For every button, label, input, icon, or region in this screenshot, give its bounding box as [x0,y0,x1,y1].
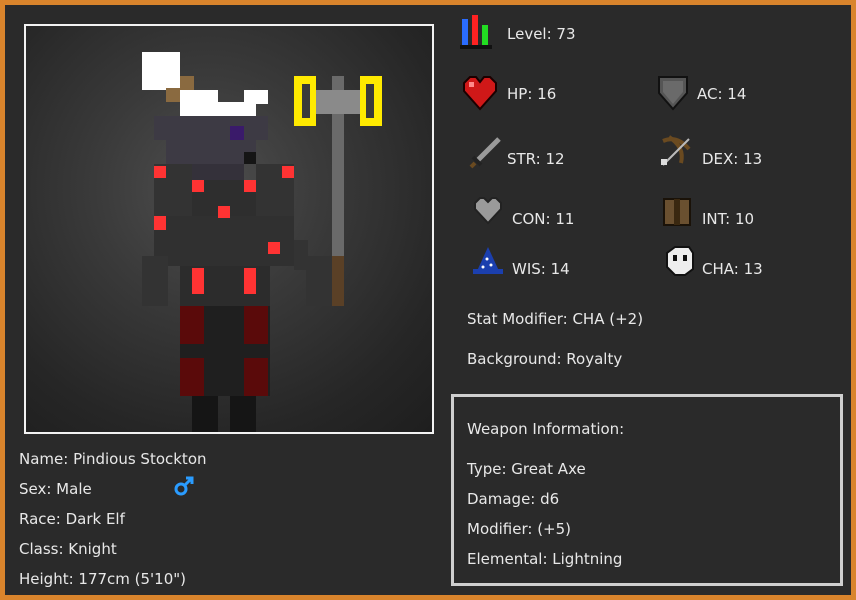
level-bars-icon [460,15,492,49]
shield-icon [658,76,688,111]
int-label: INT: 10 [702,210,755,228]
weapon-heading: Weapon Information: [467,420,625,438]
sword-icon [469,137,501,169]
level-label: Level: 73 [507,25,576,43]
stat-modifier: Stat Modifier: CHA (+2) [467,310,644,328]
character-portrait [24,24,434,434]
character-height: Height: 177cm (5'10") [19,570,187,588]
mask-icon [666,246,694,276]
weapon-damage: Damage: d6 [467,490,560,508]
cha-label: CHA: 13 [702,260,763,278]
con-label: CON: 11 [512,210,575,228]
character-sex: Sex: Male [19,480,92,498]
weapon-type: Type: Great Axe [467,460,586,478]
background: Background: Royalty [467,350,623,368]
str-label: STR: 12 [507,150,565,168]
male-symbol-icon [174,476,194,496]
hp-label: HP: 16 [507,85,557,103]
weapon-elemental: Elemental: Lightning [467,550,623,568]
book-icon [663,198,691,226]
wis-label: WIS: 14 [512,260,570,278]
grey-heart-icon [474,197,502,225]
character-class: Class: Knight [19,540,117,558]
character-race: Race: Dark Elf [19,510,125,528]
wizard-hat-icon [473,247,503,274]
knight-sprite [142,52,382,432]
ac-label: AC: 14 [697,85,747,103]
dex-label: DEX: 13 [702,150,763,168]
character-name: Name: Pindious Stockton [19,450,207,468]
character-sheet: Level: 73 HP: 16 AC: 14 STR: 12 DEX: 13 … [0,0,856,600]
heart-icon [463,76,497,111]
weapon-modifier: Modifier: (+5) [467,520,572,538]
bow-icon [661,135,691,166]
